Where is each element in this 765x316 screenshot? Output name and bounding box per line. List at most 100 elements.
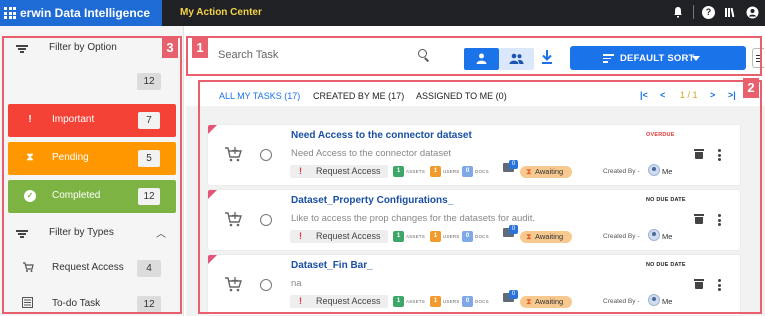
created-by-label: Created By - (603, 298, 640, 305)
annotation-label: 2 (743, 78, 759, 98)
filter-icon (16, 230, 28, 238)
section-title: My Action Center (180, 7, 262, 18)
todo-icon (22, 297, 33, 311)
task-description: na (291, 278, 302, 289)
task-card[interactable]: Dataset_Property Configurations_ Like to… (208, 190, 740, 250)
library-icon[interactable] (723, 5, 737, 19)
filter-by-option-label: Filter by Option (49, 42, 117, 53)
filter-sidebar: Filter by Option 12 ! Important 7 ⧗ Pend… (0, 26, 184, 316)
task-type: Request Access (316, 296, 381, 306)
annotation-label: 1 (192, 38, 208, 58)
cart-icon (224, 146, 244, 164)
task-type-chip: ! Request Access (290, 230, 388, 243)
account-icon[interactable] (745, 5, 759, 19)
sort-dropdown[interactable]: DEFAULT SORT (570, 46, 746, 70)
filter-icon (16, 45, 28, 53)
brand-name: erwin Data Intelligence (20, 6, 151, 20)
avatar (648, 294, 660, 306)
task-title[interactable]: Need Access to the connector dataset (291, 130, 472, 141)
divider (693, 5, 694, 19)
task-description: Like to access the prop changes for the … (291, 213, 535, 224)
bell-icon[interactable] (671, 5, 685, 19)
type-label: To-do Task (52, 298, 101, 309)
task-description: Need Access to the connector dataset (291, 148, 452, 159)
filter-by-types-header[interactable]: Filter by Types ︿ (0, 223, 184, 245)
search-icon[interactable] (418, 49, 430, 62)
type-todo-task[interactable]: To-do Task 12 (0, 292, 184, 316)
task-card[interactable]: Need Access to the connector dataset Nee… (208, 125, 740, 185)
comment-icon[interactable]: 0 (503, 160, 518, 173)
brand-logo[interactable]: erwin Data Intelligence (0, 0, 162, 26)
due-status: OVERDUE (646, 132, 675, 138)
status-badge: ⧗ Awaiting (520, 231, 572, 243)
all-count-badge[interactable]: 12 (137, 73, 161, 90)
sort-label: DEFAULT SORT (620, 53, 695, 64)
top-icons: ? (671, 5, 759, 19)
option-label: Completed (52, 190, 101, 201)
option-count: 5 (138, 150, 160, 167)
task-select-radio[interactable] (260, 214, 272, 226)
filter-by-types-label: Filter by Types (49, 227, 114, 238)
option-count: 7 (138, 112, 160, 129)
my-tasks-toggle[interactable] (464, 48, 499, 70)
hourglass-icon: ⧗ (26, 152, 34, 163)
type-request-access[interactable]: Request Access 4 (0, 256, 184, 282)
tab-created-by-me[interactable]: CREATED BY ME (17) (313, 91, 404, 101)
task-title[interactable]: Dataset_Fin Bar_ (291, 260, 373, 271)
comment-icon[interactable]: 0 (503, 225, 518, 238)
creator-name: Me (662, 232, 673, 241)
more-options-icon[interactable] (718, 149, 721, 161)
avatar (648, 164, 660, 176)
status-badge: ⧗ Awaiting (520, 166, 572, 178)
task-select-radio[interactable] (260, 149, 272, 161)
download-icon[interactable] (540, 49, 556, 67)
tab-assigned-to-me[interactable]: ASSIGNED TO ME (0) (416, 91, 507, 101)
option-completed[interactable]: ✓ Completed 12 (8, 180, 176, 213)
task-select-radio[interactable] (260, 279, 272, 291)
cart-icon (224, 276, 244, 294)
priority-flag (208, 190, 217, 199)
option-count: 12 (138, 188, 160, 205)
top-bar: erwin Data Intelligence My Action Center… (0, 0, 765, 26)
option-important[interactable]: ! Important 7 (8, 104, 176, 137)
option-label: Important (52, 114, 95, 125)
task-tabs: ALL MY TASKS (17) CREATED BY ME (17) ASS… (196, 88, 761, 106)
prev-page-icon[interactable]: < (660, 90, 665, 100)
option-label: Pending (52, 152, 89, 163)
tab-all-my-tasks[interactable]: ALL MY TASKS (17) (219, 91, 300, 101)
creator-name: Me (662, 167, 673, 176)
priority-flag (208, 125, 217, 134)
pagination: |< < 1 / 1 > >| (640, 90, 755, 104)
more-options-icon[interactable] (718, 279, 721, 291)
cart-icon (224, 211, 244, 229)
trash-icon[interactable] (694, 279, 704, 289)
task-card[interactable]: Dataset_Fin Bar_ na NO DUE DATE ! Request… (208, 255, 740, 315)
page-indicator: 1 / 1 (680, 90, 698, 100)
task-type: Request Access (316, 166, 381, 176)
task-type-chip: ! Request Access (290, 295, 388, 308)
search-input[interactable]: Search Task (218, 49, 278, 61)
comment-icon[interactable]: 0 (503, 290, 518, 303)
trash-icon[interactable] (694, 214, 704, 224)
person-icon (476, 53, 487, 64)
first-page-icon[interactable]: |< (640, 90, 648, 100)
menu-icon[interactable] (752, 48, 764, 68)
task-title[interactable]: Dataset_Property Configurations_ (291, 195, 453, 206)
annotation-label: 3 (162, 38, 178, 58)
task-type: Request Access (316, 231, 381, 241)
caret-down-icon (692, 56, 700, 61)
app-grid-icon[interactable] (4, 7, 16, 19)
help-icon[interactable]: ? (702, 5, 715, 19)
creator-name: Me (662, 297, 673, 306)
option-pending[interactable]: ⧗ Pending 5 (8, 142, 176, 175)
more-options-icon[interactable] (718, 214, 721, 226)
task-type-chip: ! Request Access (290, 165, 388, 178)
next-page-icon[interactable]: > (710, 90, 715, 100)
last-page-icon[interactable]: >| (728, 90, 736, 100)
avatar (648, 229, 660, 241)
chevron-up-icon[interactable]: ︿ (156, 225, 166, 240)
team-tasks-toggle[interactable] (499, 48, 534, 70)
priority-flag (208, 255, 217, 264)
check-circle-icon: ✓ (24, 190, 36, 202)
trash-icon[interactable] (694, 149, 704, 159)
